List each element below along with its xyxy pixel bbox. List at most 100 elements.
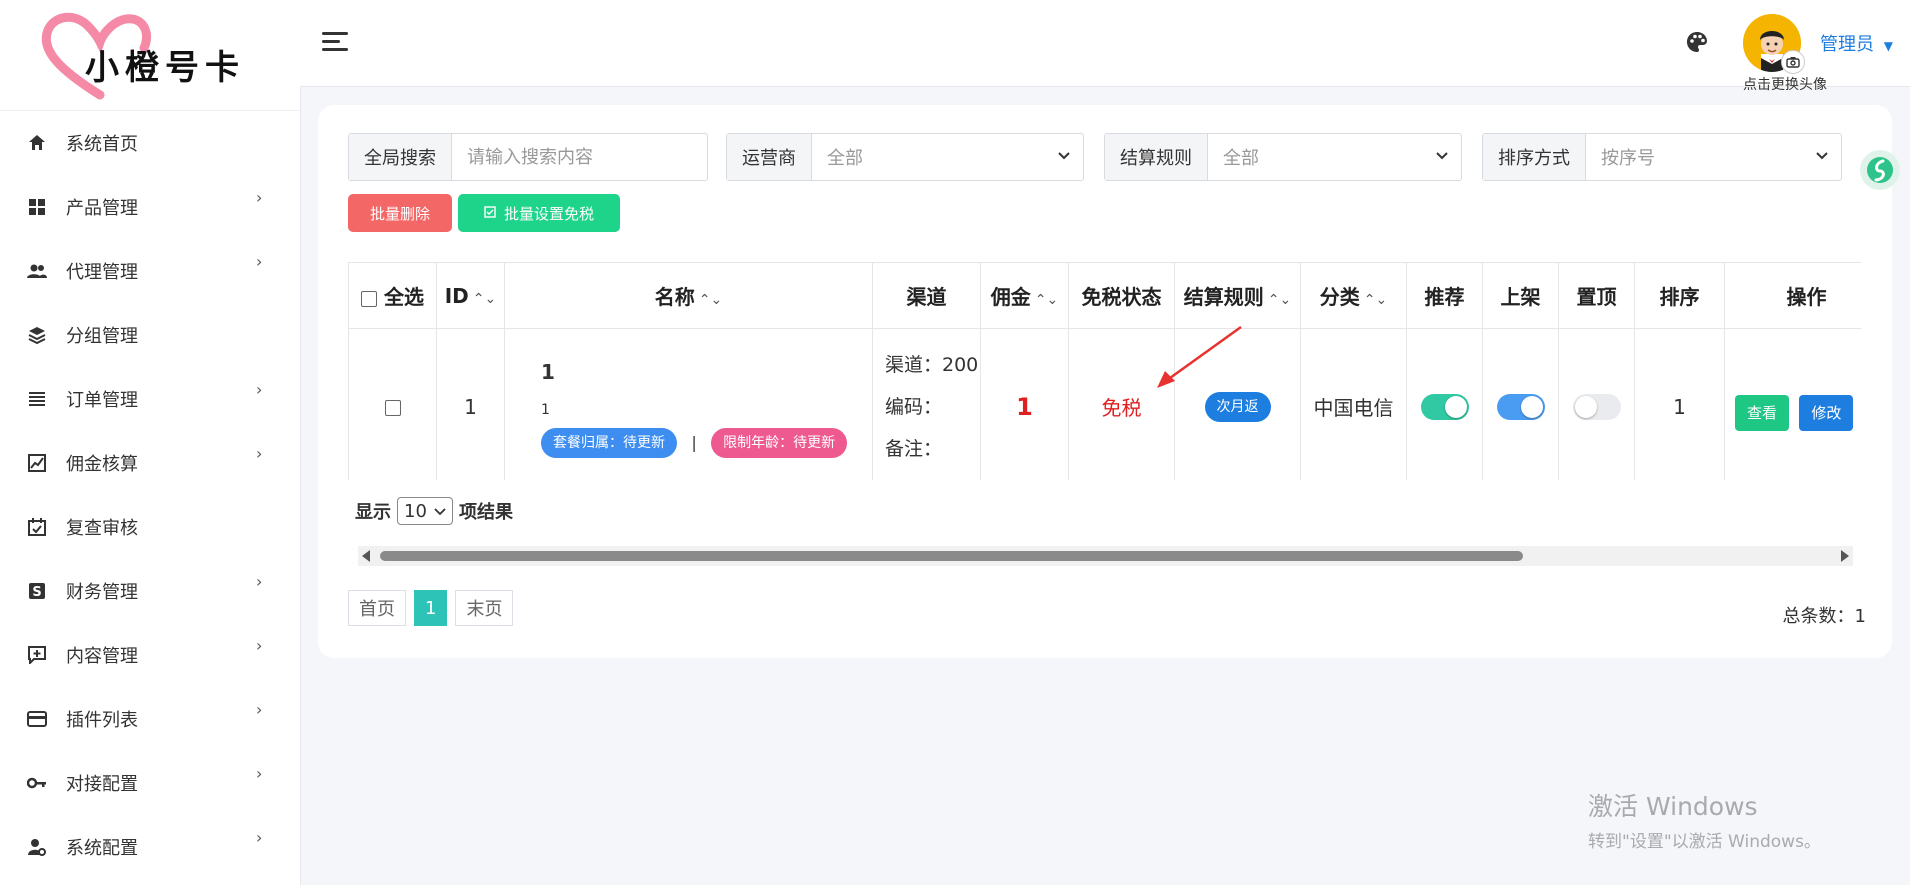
chevron-right-icon: › bbox=[256, 444, 263, 463]
first-page-button[interactable]: 首页 bbox=[348, 590, 406, 626]
camera-icon[interactable] bbox=[1781, 50, 1805, 74]
settle-rule-badge: 次月返 bbox=[1204, 391, 1271, 422]
edit-button[interactable]: 修改 bbox=[1799, 395, 1854, 431]
sidebar-item-label: 订单管理 bbox=[66, 390, 138, 411]
sort-icon: ⌃⌄ bbox=[1267, 292, 1292, 308]
sidebar-item-products[interactable]: 产品管理 › bbox=[0, 174, 300, 238]
sidebar-item-agents[interactable]: 代理管理 › bbox=[0, 238, 300, 302]
sidebar-item-content[interactable]: 内容管理 › bbox=[0, 622, 300, 686]
sidebar: 小橙号卡 系统首页 产品管理 › 代理管理 › 分组管理 订单管理 › 佣金核算… bbox=[0, 0, 301, 885]
chevron-right-icon: › bbox=[256, 572, 263, 591]
sidebar-item-review[interactable]: 复查审核 bbox=[0, 494, 300, 558]
batch-tax-free-label: 批量设置免税 bbox=[503, 204, 594, 223]
sidebar-item-label: 佣金核算 bbox=[66, 454, 138, 475]
sidebar-item-settings[interactable]: 系统配置 › bbox=[0, 814, 300, 878]
filter-label: 运营商 bbox=[727, 134, 812, 180]
channel-line: 渠道：200 bbox=[885, 353, 979, 376]
select-all-checkbox[interactable] bbox=[361, 290, 378, 307]
chart-icon bbox=[26, 452, 48, 474]
settle-rule-header[interactable]: 结算规则 ⌃⌄ bbox=[1174, 262, 1301, 329]
card-icon bbox=[26, 708, 48, 730]
chevron-down-icon bbox=[1815, 145, 1829, 172]
select-all-header[interactable]: 全选 bbox=[348, 262, 437, 329]
category-header[interactable]: 分类 ⌃⌄ bbox=[1300, 262, 1407, 329]
pagination: 首页 1 末页 bbox=[348, 590, 521, 626]
sidebar-item-plugins[interactable]: 插件列表 › bbox=[0, 686, 300, 750]
global-search-group: 全局搜索 bbox=[348, 133, 708, 181]
menu-toggle-icon[interactable] bbox=[322, 32, 348, 52]
sidebar-item-label: 插件列表 bbox=[66, 710, 138, 731]
chevron-down-icon bbox=[1435, 145, 1449, 172]
row-listed bbox=[1482, 328, 1559, 480]
palette-icon[interactable] bbox=[1685, 30, 1711, 56]
column-label: 排序 bbox=[1659, 285, 1700, 309]
show-suffix: 项结果 bbox=[459, 502, 513, 523]
dollar-icon: S bbox=[26, 580, 48, 602]
table-header-row: 全选 ID ⌃⌄ 名称 ⌃⌄ 渠道 佣金 ⌃⌄ 免税状态 结算规则 ⌃⌄ 分类 ⌃⌄ 推荐… bbox=[348, 262, 1861, 329]
page-size-select[interactable]: 10 bbox=[397, 497, 453, 525]
sidebar-item-finance[interactable]: S 财务管理 › bbox=[0, 558, 300, 622]
top-header: 点击更换头像 管理员 ▼ bbox=[300, 0, 1910, 93]
user-name: 管理员 bbox=[1820, 34, 1874, 55]
row-tax-status: 免税 bbox=[1068, 325, 1242, 480]
sidebar-item-groups[interactable]: 分组管理 bbox=[0, 302, 300, 366]
row-channel-cell: 渠道：200 编码： 备注： bbox=[872, 328, 981, 480]
settle-rule-select[interactable]: 全部 bbox=[1208, 134, 1461, 180]
pinned-header: 置顶 bbox=[1558, 262, 1635, 329]
pinned-toggle[interactable] bbox=[1572, 393, 1621, 420]
row-select-cell bbox=[348, 328, 437, 480]
page-1-button[interactable]: 1 bbox=[414, 590, 448, 626]
last-page-button[interactable]: 末页 bbox=[455, 590, 514, 626]
listed-toggle[interactable] bbox=[1496, 393, 1545, 420]
user-menu[interactable]: 管理员 ▼ bbox=[1820, 30, 1893, 56]
watermark-title: 激活 Windows bbox=[1588, 792, 1758, 821]
floating-assistant-icon[interactable] bbox=[1860, 150, 1900, 190]
sort-icon: ⌃⌄ bbox=[472, 290, 497, 307]
table-row: 1 1 1 套餐归属：待更新 | 限制年龄：待更新 渠道：200 编码： 备注：… bbox=[348, 325, 1861, 480]
code-line: 编码： bbox=[885, 395, 943, 418]
chevron-right-icon: › bbox=[256, 188, 263, 207]
svg-text:S: S bbox=[32, 585, 41, 600]
show-prefix: 显示 bbox=[355, 502, 391, 523]
column-label: ID bbox=[444, 283, 469, 308]
product-subtitle: 1 bbox=[541, 401, 550, 418]
sort-icon: ⌃⌄ bbox=[1034, 292, 1059, 308]
view-button[interactable]: 查看 bbox=[1735, 395, 1790, 431]
chevron-right-icon: › bbox=[256, 636, 263, 655]
column-label: 渠道 bbox=[906, 285, 947, 309]
chevron-down-icon bbox=[434, 508, 446, 516]
operator-select[interactable]: 全部 bbox=[812, 134, 1083, 180]
sidebar-item-orders[interactable]: 订单管理 › bbox=[0, 366, 300, 430]
home-icon bbox=[26, 132, 48, 154]
batch-tax-free-button[interactable]: 批量设置免税 bbox=[458, 194, 620, 232]
row-checkbox[interactable] bbox=[384, 400, 401, 416]
batch-delete-button[interactable]: 批量删除 bbox=[348, 194, 452, 232]
list-icon bbox=[26, 388, 48, 410]
column-label: 名称 bbox=[654, 285, 695, 309]
horizontal-scrollbar[interactable] bbox=[358, 546, 1853, 566]
row-pinned bbox=[1558, 328, 1635, 480]
column-label: 免税状态 bbox=[1081, 285, 1162, 309]
sidebar-item-commission[interactable]: 佣金核算 › bbox=[0, 430, 300, 494]
avatar-change-tip[interactable]: 点击更换头像 bbox=[1743, 74, 1827, 94]
package-tag: 套餐归属：待更新 bbox=[541, 427, 677, 458]
sidebar-item-label: 系统配置 bbox=[66, 838, 138, 859]
row-recommend bbox=[1406, 328, 1483, 480]
name-header[interactable]: 名称 ⌃⌄ bbox=[504, 262, 873, 329]
recommend-toggle[interactable] bbox=[1420, 393, 1469, 420]
operator-filter: 运营商 全部 bbox=[726, 133, 1084, 181]
product-table-wrap: 全选 ID ⌃⌄ 名称 ⌃⌄ 渠道 佣金 ⌃⌄ 免税状态 结算规则 ⌃⌄ 分类 ⌃⌄ 推荐… bbox=[348, 262, 1861, 480]
sidebar-item-home[interactable]: 系统首页 bbox=[0, 110, 300, 174]
sort-filter: 排序方式 按序号 bbox=[1482, 133, 1842, 181]
tax-status-text: 免税 bbox=[1101, 396, 1142, 420]
sidebar-item-label: 产品管理 bbox=[66, 198, 138, 219]
sidebar-item-integration[interactable]: 对接配置 › bbox=[0, 750, 300, 814]
id-header[interactable]: ID ⌃⌄ bbox=[436, 262, 505, 329]
checkbox-icon bbox=[484, 204, 496, 222]
brand-logo[interactable]: 小橙号卡 bbox=[0, 0, 300, 111]
sidebar-nav: 系统首页 产品管理 › 代理管理 › 分组管理 订单管理 › 佣金核算 › 复查… bbox=[0, 110, 300, 878]
sort-select[interactable]: 按序号 bbox=[1586, 134, 1841, 180]
tax-status-header: 免税状态 bbox=[1068, 262, 1175, 329]
commission-header[interactable]: 佣金 ⌃⌄ bbox=[980, 262, 1069, 329]
search-input[interactable] bbox=[452, 134, 707, 180]
